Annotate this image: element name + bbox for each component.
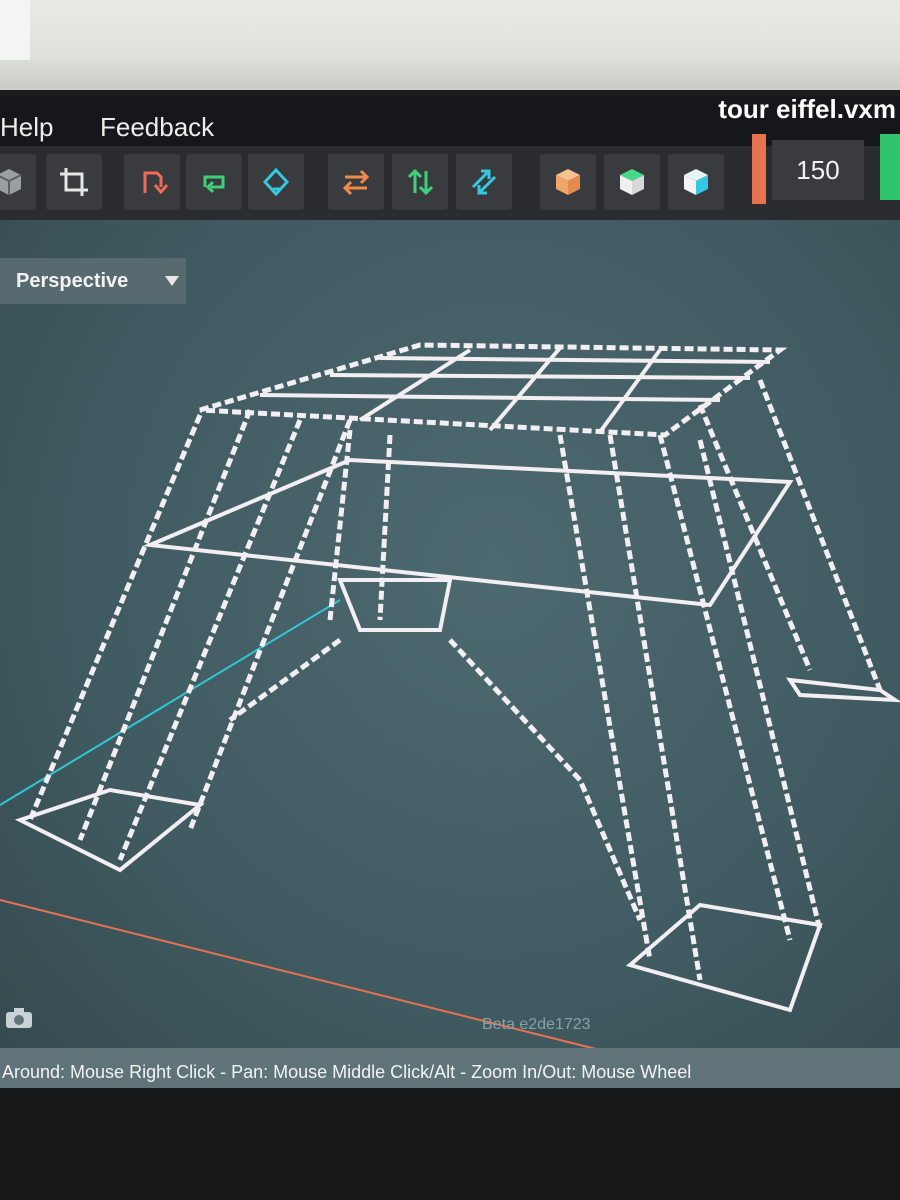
swap-diagonal-button[interactable]: [456, 154, 512, 210]
cyan-cube-icon: [684, 169, 708, 195]
swap-vertical-button[interactable]: [392, 154, 448, 210]
bezel-highlight: [0, 0, 30, 60]
status-hint: Around: Mouse Right Click - Pan: Mouse M…: [2, 1062, 692, 1082]
version-label: Beta e2de1723: [482, 1016, 591, 1033]
file-title: tour eiffel.vxm: [718, 94, 896, 124]
green-cube-button[interactable]: [604, 154, 660, 210]
loop-green-icon: [203, 175, 225, 194]
cube-view-icon: [0, 169, 22, 195]
rotate-cyan-button[interactable]: [248, 154, 304, 210]
swap-horizontal-icon: [342, 169, 370, 196]
view-mode-label: Perspective: [16, 269, 129, 292]
view-mode-dropdown[interactable]: Perspective: [0, 258, 186, 304]
monitor-bezel: [0, 0, 900, 90]
camera-icon: [6, 1008, 32, 1028]
camera-button[interactable]: [4, 1006, 34, 1030]
rotate-cyan-icon: [262, 167, 290, 197]
rotate-red-button[interactable]: [124, 154, 180, 210]
menu-help[interactable]: Help: [0, 112, 53, 143]
orange-cube-icon: [556, 169, 580, 195]
loop-green-button[interactable]: [186, 154, 242, 210]
eiffel-model: [14, 342, 900, 1013]
menu-feedback[interactable]: Feedback: [100, 112, 214, 143]
y-axis-color-bar[interactable]: [880, 134, 900, 200]
viewport-3d[interactable]: [0, 220, 900, 1088]
value-field[interactable]: 150: [772, 140, 864, 200]
green-cube-icon: [620, 169, 644, 195]
z-axis-line: [0, 599, 341, 806]
swap-vertical-icon: [407, 168, 434, 196]
crop-button[interactable]: [46, 154, 102, 210]
cyan-cube-button[interactable]: [668, 154, 724, 210]
swap-horizontal-button[interactable]: [328, 154, 384, 210]
voxel-scene: [0, 342, 900, 1051]
swap-diagonal-icon: [471, 169, 497, 195]
x-axis-color-bar: [752, 134, 766, 204]
cube-view-button[interactable]: [0, 154, 36, 210]
rotate-red-icon: [143, 171, 169, 195]
crop-icon: [60, 168, 88, 196]
monitor-bezel-bottom: [0, 1088, 900, 1200]
orange-cube-button[interactable]: [540, 154, 596, 210]
axis-lines: [0, 599, 601, 1051]
dropdown-caret-icon: [158, 276, 186, 286]
